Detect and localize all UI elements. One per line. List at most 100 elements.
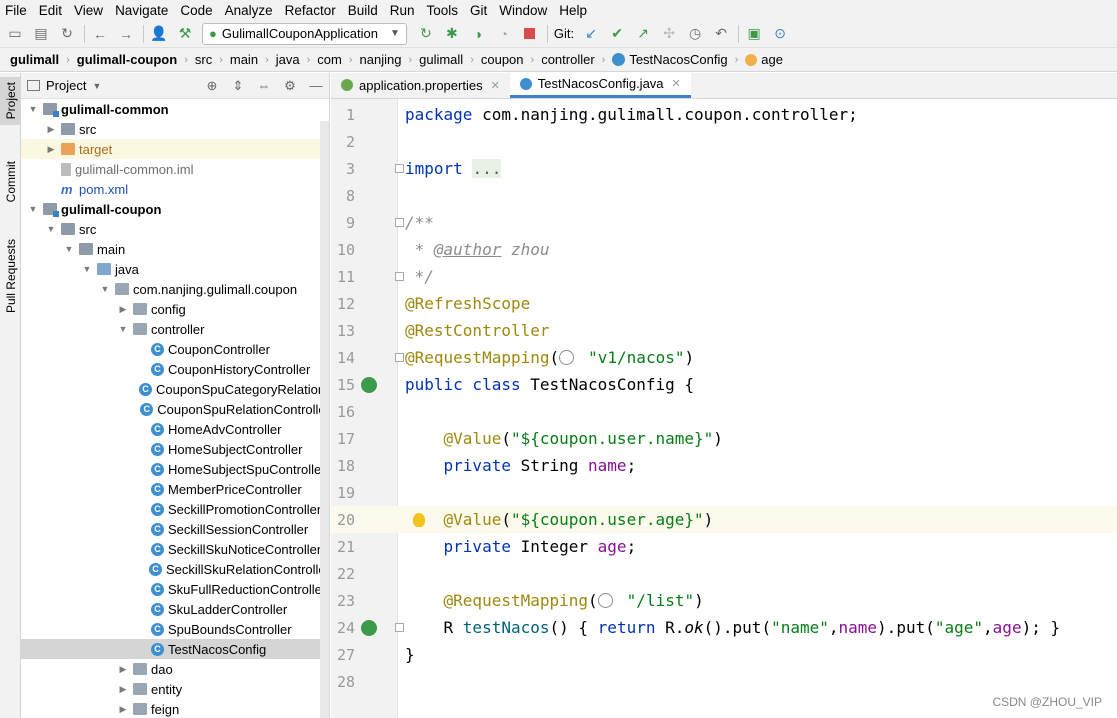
code-line[interactable]: 24 R testNacos() { return R.ok().put("na…: [331, 614, 1117, 641]
tree-item[interactable]: ▶ target: [21, 139, 329, 159]
tree-item[interactable]: C CouponSpuCategoryRelationController: [21, 379, 329, 399]
git-commit-icon[interactable]: ✔: [608, 25, 626, 43]
tree-item[interactable]: ▼ gulimall-common: [21, 99, 329, 119]
chevron-right-icon[interactable]: ▶: [117, 304, 129, 315]
tab-application-properties[interactable]: application.properties ✕: [331, 72, 510, 98]
chevron-right-icon[interactable]: ▶: [117, 664, 129, 675]
crumb-gulimall[interactable]: gulimall: [419, 52, 463, 67]
code-line[interactable]: 16: [331, 398, 1117, 425]
expand-all-icon[interactable]: ⇕: [225, 78, 251, 94]
code-editor[interactable]: 1 package com.nanjing.gulimall.coupon.con…: [331, 99, 1117, 718]
project-scrollbar[interactable]: [320, 121, 329, 718]
chevron-right-icon[interactable]: ▶: [117, 704, 129, 715]
tree-item[interactable]: C TestNacosConfig: [21, 639, 329, 659]
sync-icon[interactable]: ↻: [58, 25, 76, 43]
tree-item[interactable]: ▶ entity: [21, 679, 329, 699]
run-configuration-select[interactable]: ● GulimallCouponApplication ▼: [202, 22, 407, 45]
tree-item[interactable]: ▼ java: [21, 259, 329, 279]
check-circle-icon[interactable]: ⊙: [771, 25, 789, 43]
user-icon[interactable]: 👤: [150, 25, 168, 43]
close-icon[interactable]: ✕: [491, 79, 500, 92]
save-all-icon[interactable]: ▤: [32, 25, 50, 43]
menu-window[interactable]: Window: [499, 3, 547, 18]
tree-item[interactable]: C SkuFullReductionController: [21, 579, 329, 599]
tree-item[interactable]: C SeckillSessionController: [21, 519, 329, 539]
menu-git[interactable]: Git: [470, 3, 487, 18]
crumb-main[interactable]: main: [230, 52, 258, 67]
code-line[interactable]: 1 package com.nanjing.gulimall.coupon.con…: [331, 101, 1117, 128]
tree-item[interactable]: C CouponController: [21, 339, 329, 359]
tree-item[interactable]: C SpuBoundsController: [21, 619, 329, 639]
crumb-module[interactable]: gulimall-coupon: [77, 52, 177, 67]
chevron-down-icon[interactable]: ▼: [45, 224, 57, 234]
git-merge-icon[interactable]: ✣: [660, 25, 678, 43]
profile-icon[interactable]: ◔: [495, 25, 513, 43]
tree-item[interactable]: ▼ gulimall-coupon: [21, 199, 329, 219]
activity-monitor-icon[interactable]: ▣: [745, 25, 763, 43]
tree-item[interactable]: ▼ main: [21, 239, 329, 259]
tree-item[interactable]: C SeckillSkuNoticeController: [21, 539, 329, 559]
code-line[interactable]: 8: [331, 182, 1117, 209]
collapse-all-icon[interactable]: ⇔: [251, 78, 277, 94]
chevron-down-icon[interactable]: ▼: [117, 324, 129, 334]
menu-navigate[interactable]: Navigate: [115, 3, 168, 18]
code-line[interactable]: 2: [331, 128, 1117, 155]
chevron-down-icon[interactable]: ▼: [27, 204, 39, 214]
menu-code[interactable]: Code: [180, 3, 212, 18]
menu-run[interactable]: Run: [390, 3, 415, 18]
project-panel-title[interactable]: Project: [46, 78, 86, 93]
open-folder-icon[interactable]: ▭: [6, 25, 24, 43]
code-line[interactable]: 15 public class TestNacosConfig {: [331, 371, 1117, 398]
locate-icon[interactable]: ⊕: [199, 78, 225, 94]
crumb-java[interactable]: java: [276, 52, 300, 67]
spring-bean-icon[interactable]: [361, 376, 377, 393]
tree-item[interactable]: C SeckillSkuRelationController: [21, 559, 329, 579]
crumb-class[interactable]: TestNacosConfig: [629, 52, 727, 67]
chevron-right-icon[interactable]: ▶: [45, 124, 57, 135]
code-line[interactable]: 17 @Value("${coupon.user.name}"): [331, 425, 1117, 452]
fold-marker-icon[interactable]: [395, 218, 404, 227]
tree-item[interactable]: C CouponHistoryController: [21, 359, 329, 379]
crumb-nanjing[interactable]: nanjing: [360, 52, 402, 67]
code-line[interactable]: 3 import ...: [331, 155, 1117, 182]
tree-item[interactable]: ▼ src: [21, 219, 329, 239]
tree-item[interactable]: C SeckillPromotionController: [21, 499, 329, 519]
tree-item[interactable]: gulimall-common.iml: [21, 159, 329, 179]
rollback-icon[interactable]: ↶: [712, 25, 730, 43]
tree-item[interactable]: C HomeAdvController: [21, 419, 329, 439]
tree-item[interactable]: ▶ dao: [21, 659, 329, 679]
coverage-icon[interactable]: ◑: [469, 25, 487, 43]
code-line[interactable]: 23 @RequestMapping("/list"): [331, 587, 1117, 614]
side-tab-project[interactable]: Project: [0, 77, 21, 125]
history-icon[interactable]: ◷: [686, 25, 704, 43]
code-line[interactable]: 20 @Value("${coupon.user.age}"): [331, 506, 1117, 533]
back-icon[interactable]: ←: [91, 25, 109, 43]
code-line[interactable]: 10 * @author zhou: [331, 236, 1117, 263]
tree-item[interactable]: ▼ controller: [21, 319, 329, 339]
tree-item[interactable]: ▶ src: [21, 119, 329, 139]
gear-icon[interactable]: ⚙: [277, 78, 303, 94]
side-tab-pull-requests[interactable]: Pull Requests: [0, 231, 21, 321]
code-line[interactable]: 12 @RefreshScope: [331, 290, 1117, 317]
crumb-controller[interactable]: controller: [541, 52, 594, 67]
menu-tools[interactable]: Tools: [427, 3, 459, 18]
menu-help[interactable]: Help: [559, 3, 587, 18]
tree-item[interactable]: C MemberPriceController: [21, 479, 329, 499]
code-line[interactable]: 14 @RequestMapping("v1/nacos"): [331, 344, 1117, 371]
fold-marker-icon[interactable]: [395, 353, 404, 362]
tree-item[interactable]: ▶ feign: [21, 699, 329, 718]
menu-file[interactable]: File: [5, 3, 27, 18]
fold-marker-icon[interactable]: [395, 272, 404, 281]
build-hammer-icon[interactable]: ⚒: [176, 25, 194, 43]
tree-item[interactable]: C HomeSubjectSpuController: [21, 459, 329, 479]
crumb-com[interactable]: com: [317, 52, 342, 67]
globe-icon[interactable]: [597, 593, 613, 608]
crumb-field[interactable]: age: [761, 52, 783, 67]
code-line[interactable]: 18 private String name;: [331, 452, 1117, 479]
code-line[interactable]: 11 */: [331, 263, 1117, 290]
side-tab-commit[interactable]: Commit: [0, 151, 21, 213]
chevron-down-icon[interactable]: ▼: [63, 244, 75, 254]
crumb-project[interactable]: gulimall: [10, 52, 59, 67]
globe-icon[interactable]: [559, 350, 575, 365]
tree-item[interactable]: C HomeSubjectController: [21, 439, 329, 459]
